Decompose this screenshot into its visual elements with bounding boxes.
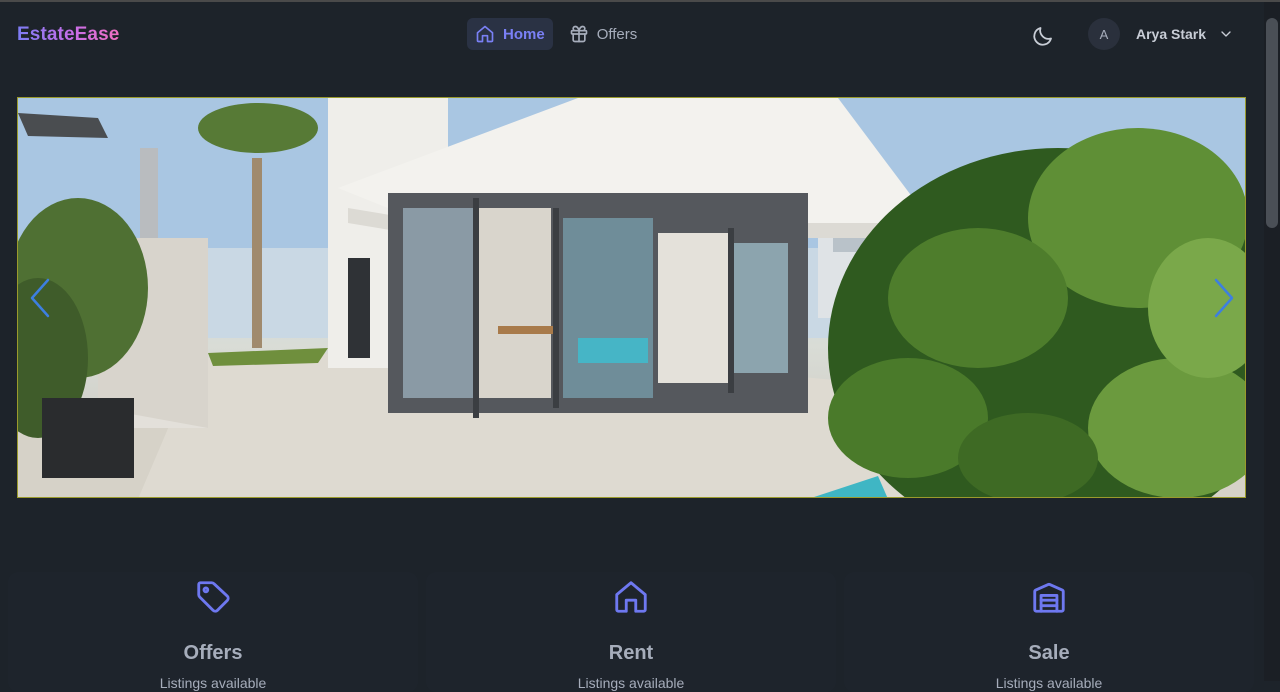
user-menu[interactable]: A Arya Stark — [1088, 18, 1234, 50]
home-icon — [476, 25, 494, 43]
user-name: Arya Stark — [1136, 26, 1207, 42]
warehouse-icon — [1033, 582, 1065, 613]
chevron-left-icon[interactable] — [26, 276, 56, 320]
home-icon — [615, 581, 647, 613]
chevron-right-icon[interactable] — [1208, 276, 1238, 320]
nav-home-label: Home — [503, 25, 545, 43]
feature-title: Offers — [183, 642, 243, 664]
feature-card-offers[interactable]: Offers Listings available — [8, 572, 418, 692]
feature-subtitle: Listings available — [577, 675, 685, 691]
feature-subtitle: Listings available — [995, 675, 1103, 691]
avatar[interactable]: A — [1088, 18, 1120, 50]
hero-carousel — [17, 97, 1246, 498]
main-nav: Home Offers — [467, 18, 645, 50]
page-scrollbar[interactable] — [1264, 2, 1280, 681]
hero-house-image — [18, 98, 1245, 497]
nav-offers-label: Offers — [596, 25, 638, 43]
nav-offers-link[interactable]: Offers — [561, 18, 646, 50]
navbar: EstateEase Home Offers A Arya Stark — [0, 2, 1264, 68]
feature-subtitle: Listings available — [159, 675, 267, 691]
tag-icon — [197, 581, 230, 613]
moon-icon — [1033, 27, 1052, 46]
scrollbar-thumb[interactable] — [1266, 18, 1278, 228]
feature-card-sale[interactable]: Sale Listings available — [844, 572, 1254, 692]
feature-card-rent[interactable]: Rent Listings available — [426, 572, 836, 692]
gift-icon — [570, 25, 588, 43]
theme-toggle-button[interactable] — [1031, 24, 1055, 48]
nav-home-link[interactable]: Home — [467, 18, 553, 50]
brand-logo[interactable]: EstateEase — [17, 24, 119, 46]
chevron-down-icon[interactable] — [1218, 26, 1234, 42]
feature-title: Rent — [608, 642, 654, 664]
feature-title: Sale — [1028, 642, 1070, 664]
